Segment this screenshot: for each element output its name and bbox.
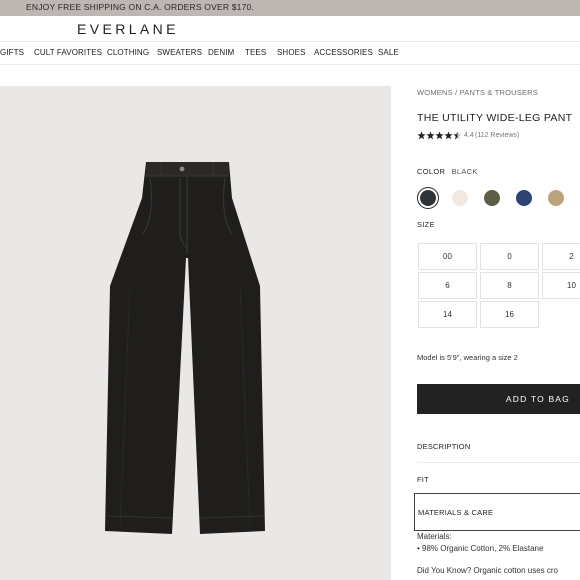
size-option-2[interactable]: 2	[542, 243, 580, 270]
color-label-key: COLOR	[417, 167, 446, 176]
materials-item: • 98% Organic Cotton, 2% Elastane	[417, 544, 544, 553]
materials-heading: Materials:	[417, 532, 452, 541]
swatch-olive[interactable]	[484, 190, 500, 206]
model-note: Model is 5'9", wearing a size 2	[417, 353, 518, 362]
pants-illustration	[105, 162, 265, 534]
product-image[interactable]	[0, 86, 391, 580]
nav-item-clothing[interactable]: CLOTHING	[107, 48, 149, 57]
accordion-fit[interactable]: FIT	[417, 475, 429, 484]
nav-item-gifts[interactable]: GIFTS	[0, 48, 24, 57]
add-to-bag-button[interactable]: ADD TO BAG	[417, 384, 580, 414]
swatch-navy[interactable]	[516, 190, 532, 206]
everlane-logo[interactable]: EVERLANE	[77, 21, 179, 37]
accordion-description[interactable]: DESCRIPTION	[417, 442, 470, 451]
size-option-16[interactable]: 16	[480, 301, 539, 328]
color-label: COLOR BLACK	[417, 167, 478, 176]
main-nav: GIFTS CULT FAVORITES CLOTHING SWEATERS D…	[0, 41, 580, 65]
rating-value: 4.4	[464, 132, 474, 139]
swatch-cream[interactable]	[452, 190, 468, 206]
product-title: THE UTILITY WIDE-LEG PANT	[417, 112, 573, 124]
accordion-materials-label: MATERIALS & CARE	[418, 508, 494, 517]
divider	[417, 462, 580, 463]
size-option-8[interactable]: 8	[480, 272, 539, 299]
size-option-6[interactable]: 6	[418, 272, 477, 299]
size-option-10[interactable]: 10	[542, 272, 580, 299]
promo-text: ENJOY FREE SHIPPING ON C.A. ORDERS OVER …	[26, 2, 255, 12]
nav-item-shoes[interactable]: SHOES	[277, 48, 306, 57]
nav-item-sweaters[interactable]: SWEATERS	[157, 48, 202, 57]
size-option-14[interactable]: 14	[418, 301, 477, 328]
nav-item-sale[interactable]: SALE	[378, 48, 399, 57]
size-label: SIZE	[417, 220, 435, 229]
swatch-khaki[interactable]	[548, 190, 564, 206]
breadcrumb[interactable]: WOMENS / PANTS & TROUSERS	[417, 88, 538, 97]
color-label-value: BLACK	[451, 167, 478, 176]
promo-banner: ENJOY FREE SHIPPING ON C.A. ORDERS OVER …	[0, 0, 580, 16]
reviews-count[interactable]: (112 Reviews)	[475, 132, 519, 139]
size-option-0[interactable]: 0	[480, 243, 539, 270]
swatch-black[interactable]	[420, 190, 436, 206]
accordion-materials[interactable]: MATERIALS & CARE	[414, 493, 580, 531]
rating-stars-icon	[417, 131, 462, 140]
did-you-know-text: Did You Know? Organic cotton uses cro	[417, 566, 558, 575]
nav-item-denim[interactable]: DENIM	[208, 48, 234, 57]
nav-item-cult-favorites[interactable]: CULT FAVORITES	[34, 48, 102, 57]
nav-item-accessories[interactable]: ACCESSORIES	[314, 48, 373, 57]
nav-item-tees[interactable]: TEES	[245, 48, 266, 57]
size-option-00[interactable]: 00	[418, 243, 477, 270]
